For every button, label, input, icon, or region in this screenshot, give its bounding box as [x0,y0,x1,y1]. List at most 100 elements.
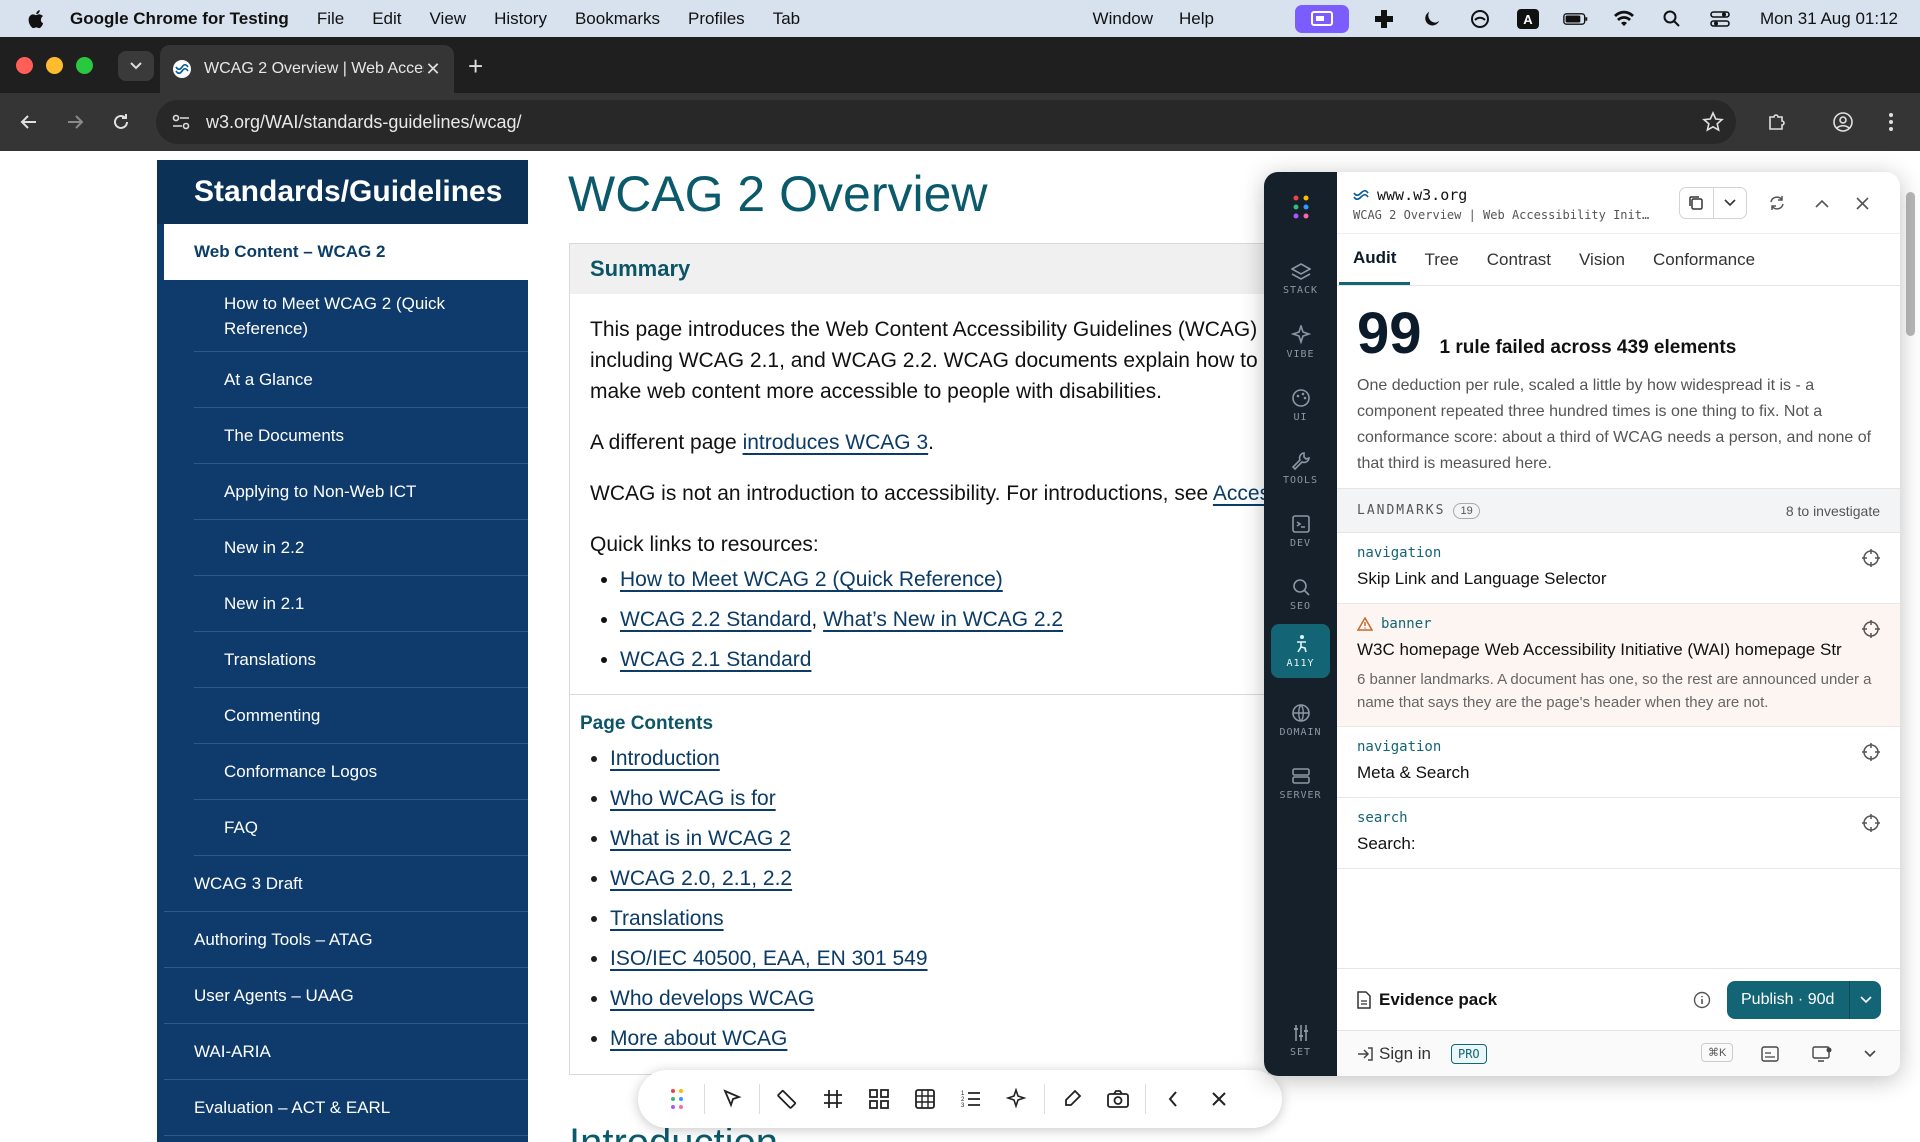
side-nav-item[interactable]: New in 2.1 [194,576,528,632]
wifi-icon[interactable] [1611,8,1637,30]
forward-button[interactable] [62,109,88,135]
tab-vision[interactable]: Vision [1565,234,1639,285]
side-nav-item[interactable]: Applying to Non-Web ICT [194,464,528,520]
publish-button[interactable]: Publish · 90d [1727,981,1881,1019]
landmark-row[interactable]: search Search: [1337,798,1900,869]
command-palette-shortcut[interactable]: ⌘K [1701,1043,1734,1062]
apple-logo-icon[interactable] [26,8,48,30]
url-text[interactable]: w3.org/WAI/standards-guidelines/wcag/ [206,112,521,133]
menu-file[interactable]: File [317,9,344,29]
ruler-icon[interactable] [764,1076,810,1122]
pro-badge[interactable]: PRO [1450,1043,1487,1064]
drag-handle-icon[interactable] [654,1076,700,1122]
landmarks-header[interactable]: LANDMARKS 19 8 to investigate [1337,489,1900,533]
browser-menu-button[interactable] [1878,109,1904,135]
menu-window[interactable]: Window [1093,9,1153,29]
introduces-wcag3-link[interactable]: introduces WCAG 3 [743,431,929,454]
chevron-left-icon[interactable] [1150,1076,1196,1122]
menu-view[interactable]: View [430,9,467,29]
contents-link[interactable]: More about WCAG [610,1027,787,1050]
minimize-window-button[interactable] [46,57,63,74]
wcag22-standard-link[interactable]: WCAG 2.2 Standard [620,608,811,631]
rail-tools[interactable]: TOOLS [1271,441,1330,495]
close-window-button[interactable] [16,57,33,74]
side-nav-top-item[interactable]: WAI-ARIA [164,1024,528,1080]
bookmark-star-button[interactable] [1700,109,1726,135]
menu-bookmarks[interactable]: Bookmarks [575,9,660,29]
battery-icon[interactable] [1563,8,1589,30]
contents-link[interactable]: Who WCAG is for [610,787,776,810]
tab-audit[interactable]: Audit [1339,234,1411,285]
camera-icon[interactable] [1095,1076,1141,1122]
screen-share-icon[interactable] [1294,4,1349,33]
landmark-row[interactable]: navigation Meta & Search [1337,727,1900,798]
rail-a11y[interactable]: A11Y [1271,624,1330,678]
crosshair-icon[interactable] [1862,549,1880,572]
whats-new-wcag22-link[interactable]: What’s New in WCAG 2.2 [823,608,1063,631]
side-nav-top-item[interactable]: Evaluation – ACT & EARL [164,1080,528,1136]
moon-icon[interactable] [1419,8,1445,30]
side-nav-item[interactable]: FAQ [194,800,528,856]
address-bar[interactable]: w3.org/WAI/standards-guidelines/wcag/ [156,100,1736,144]
back-button[interactable] [16,109,42,135]
side-nav-item[interactable]: Conformance Logos [194,744,528,800]
eyedropper-icon[interactable] [1049,1076,1095,1122]
tab-contrast[interactable]: Contrast [1473,234,1565,285]
contents-link[interactable]: Who develops WCAG [610,987,814,1010]
layout-grid-icon[interactable] [856,1076,902,1122]
menubar-clock[interactable]: Mon 31 Aug 01:12 [1760,9,1898,29]
screen-cast-icon[interactable] [1811,1043,1833,1065]
extensions-button[interactable] [1764,109,1790,135]
circle-slash-icon[interactable] [1467,8,1493,30]
crosshair-icon[interactable] [1862,743,1880,766]
contents-link[interactable]: ISO/IEC 40500, EAA, EN 301 549 [610,947,928,970]
contents-link[interactable]: WCAG 2.0, 2.1, 2.2 [610,867,792,890]
collapse-button[interactable] [1807,188,1837,218]
tab-wcag-overview[interactable]: WCAG 2 Overview | Web Accessibility Init… [160,45,454,93]
copy-options-button[interactable] [1714,188,1747,218]
input-source-icon[interactable]: A [1515,8,1541,30]
rail-stack[interactable]: STACK [1271,252,1330,306]
side-nav-current-item[interactable]: Web Content – WCAG 2 [164,224,528,280]
profile-button[interactable] [1830,109,1856,135]
select-pointer-icon[interactable] [709,1076,755,1122]
new-tab-button[interactable]: + [468,51,483,82]
rail-domain[interactable]: DOMAIN [1271,693,1330,747]
control-center-icon[interactable] [1707,8,1733,30]
close-tab-icon[interactable]: ✕ [424,59,442,80]
rail-seo[interactable]: SEO [1271,567,1330,621]
quick-reference-link[interactable]: How to Meet WCAG 2 (Quick Reference) [620,568,1003,591]
rail-ui[interactable]: UI [1271,378,1330,432]
page-scrollbar[interactable] [1906,192,1915,336]
side-nav-top-item[interactable]: Authoring Tools – ATAG [164,912,528,968]
tab-search-button[interactable] [118,51,154,81]
side-nav-item[interactable]: Translations [194,632,528,688]
frame-grid-icon[interactable] [810,1076,856,1122]
rail-settings[interactable]: SET [1271,1013,1330,1067]
app-name-menu[interactable]: Google Chrome for Testing [70,9,289,29]
sign-in-link[interactable]: Sign in [1379,1044,1431,1064]
publish-options-button[interactable] [1849,981,1881,1019]
contents-link[interactable]: What is in WCAG 2 [610,827,791,850]
plus-cross-icon[interactable] [1371,8,1397,30]
menu-history[interactable]: History [494,9,547,29]
landmark-row[interactable]: navigation Skip Link and Language Select… [1337,533,1900,604]
chevron-down-icon[interactable] [1859,1043,1881,1065]
menu-edit[interactable]: Edit [372,9,401,29]
zoom-window-button[interactable] [76,57,93,74]
contents-link[interactable]: Translations [610,907,724,930]
tab-tree[interactable]: Tree [1410,234,1472,285]
menu-profiles[interactable]: Profiles [688,9,745,29]
refresh-button[interactable] [1762,188,1792,218]
side-nav-item[interactable]: New in 2.2 [194,520,528,576]
table-icon[interactable] [902,1076,948,1122]
menu-help[interactable]: Help [1179,9,1214,29]
menu-tab[interactable]: Tab [773,9,800,29]
side-nav-top-item[interactable]: User Agents – UAAG [164,968,528,1024]
contents-link[interactable]: Introduction [610,747,720,770]
site-info-icon[interactable] [170,111,192,133]
sparkle-icon[interactable] [994,1076,1040,1122]
spotlight-search-icon[interactable] [1659,8,1685,30]
side-nav-item[interactable]: The Documents [194,408,528,464]
ordered-list-icon[interactable]: 123 [948,1076,994,1122]
